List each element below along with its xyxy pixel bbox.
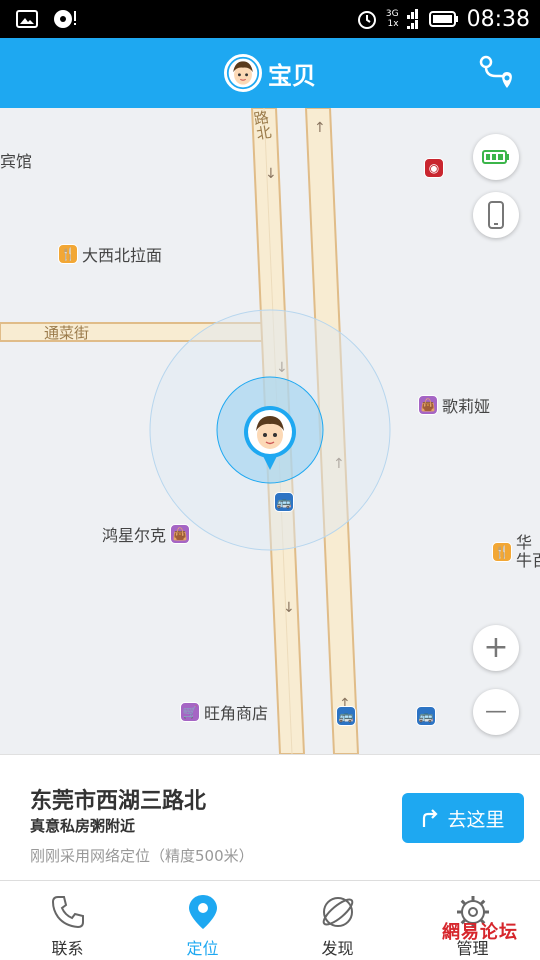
shopping-cart-icon: 🛒 bbox=[180, 702, 200, 722]
battery-full-icon bbox=[482, 150, 509, 164]
poi-kfc[interactable]: ◉ bbox=[424, 158, 444, 178]
restaurant-icon: 🍴 bbox=[58, 244, 78, 264]
poi-wangjiao-label: 旺角商店 bbox=[204, 704, 269, 723]
navigate-here-button[interactable]: 去这里 bbox=[402, 793, 524, 843]
nav-contact-label: 联系 bbox=[51, 939, 84, 958]
location-accuracy: 刚刚采用网络定位（精度500米） bbox=[30, 847, 254, 865]
nav-location-label: 定位 bbox=[186, 939, 219, 958]
restaurant-icon: 🍴 bbox=[492, 542, 512, 562]
poi-daxibei[interactable]: 🍴 大西北拉面 bbox=[58, 242, 162, 266]
map-view[interactable]: ↓ ↓ ↓ ↑ ↑ ↑ 路北 通菜街 宾馆 🍴 大西北拉面 ◉ 👜 歌莉娅 鸿星… bbox=[0, 108, 540, 754]
poi-hotel-label: 宾馆 bbox=[0, 152, 33, 171]
watermark: 網易论坛 bbox=[442, 922, 518, 943]
bus-stop-icon: 🚌 bbox=[336, 706, 356, 726]
poi-huaji-label-1: 华 bbox=[516, 533, 533, 552]
phone-icon bbox=[51, 896, 84, 929]
network-1x-label: 1x bbox=[387, 19, 399, 29]
nav-discover-label: 发现 bbox=[321, 939, 354, 958]
page-title: 宝贝 bbox=[268, 61, 316, 90]
poi-bus-stop-1[interactable]: 🚌 bbox=[274, 492, 294, 512]
poi-wangjiao[interactable]: 🛒 旺角商店 bbox=[180, 700, 268, 724]
kfc-icon: ◉ bbox=[424, 158, 444, 178]
nav-location[interactable]: 定位 bbox=[135, 881, 270, 960]
svg-text:↑: ↑ bbox=[314, 120, 326, 136]
poi-hongxing[interactable]: 鸿星尔克 👜 bbox=[102, 522, 191, 546]
shopping-bag-icon: 👜 bbox=[170, 524, 191, 544]
svg-text:↓: ↓ bbox=[265, 166, 277, 182]
bus-stop-icon: 🚌 bbox=[274, 492, 294, 512]
status-bar: 3G 1x 08:38 bbox=[0, 0, 540, 38]
turn-right-arrow-icon bbox=[423, 809, 439, 827]
mobile-phone-icon bbox=[488, 201, 504, 229]
alarm-icon bbox=[357, 11, 376, 29]
gallery-icon bbox=[16, 10, 38, 28]
poi-bus-stop-2[interactable]: 🚌 bbox=[336, 706, 356, 726]
zoom-out-icon: — bbox=[485, 699, 507, 724]
zoom-out-button[interactable]: — bbox=[473, 689, 519, 735]
shopping-bag-icon: 👜 bbox=[418, 395, 438, 415]
child-avatar-icon bbox=[224, 54, 262, 92]
signal-icon bbox=[406, 9, 418, 29]
poi-huaji-label-2: 牛百 bbox=[516, 551, 540, 570]
network-3g-label: 3G bbox=[385, 9, 399, 19]
navigate-here-label: 去这里 bbox=[447, 808, 505, 831]
poi-hotel[interactable]: 宾馆 bbox=[0, 148, 32, 172]
zoom-in-button[interactable]: + bbox=[473, 625, 519, 671]
zoom-in-icon: + bbox=[483, 630, 509, 665]
location-pin-icon bbox=[188, 895, 217, 929]
nav-discover[interactable]: 发现 bbox=[270, 881, 405, 960]
app-bar: 宝贝 bbox=[0, 38, 540, 108]
location-nearby: 真意私房粥附近 bbox=[30, 817, 136, 835]
title-group[interactable]: 宝贝 bbox=[0, 38, 540, 108]
location-card: 东莞市西湖三路北 真意私房粥附近 刚刚采用网络定位（精度500米） 去这里 bbox=[0, 754, 540, 880]
poi-geliya-label: 歌莉娅 bbox=[442, 397, 491, 416]
poi-geliya[interactable]: 👜 歌莉娅 bbox=[418, 393, 490, 417]
network-type: 3G 1x bbox=[386, 9, 399, 29]
planet-icon bbox=[322, 897, 353, 927]
location-address: 东莞市西湖三路北 bbox=[30, 789, 207, 814]
sync-icon bbox=[54, 10, 76, 28]
battery-status-button[interactable] bbox=[473, 134, 519, 180]
nav-contact[interactable]: 联系 bbox=[0, 881, 135, 960]
poi-hongxing-label: 鸿星尔克 bbox=[102, 526, 167, 545]
road-label-tongcai: 通菜街 bbox=[44, 324, 90, 342]
child-location-marker-icon[interactable] bbox=[242, 404, 298, 472]
bus-stop-icon: 🚌 bbox=[416, 706, 436, 726]
poi-bus-stop-3[interactable]: 🚌 bbox=[416, 706, 436, 726]
poi-daxibei-label: 大西北拉面 bbox=[82, 246, 163, 265]
svg-text:↓: ↓ bbox=[283, 600, 295, 616]
poi-huaji[interactable]: 🍴 华 牛百 bbox=[492, 534, 540, 570]
clock: 08:38 bbox=[466, 6, 530, 32]
battery-icon bbox=[428, 11, 458, 27]
route-history-icon[interactable] bbox=[478, 54, 518, 94]
call-device-button[interactable] bbox=[473, 192, 519, 238]
